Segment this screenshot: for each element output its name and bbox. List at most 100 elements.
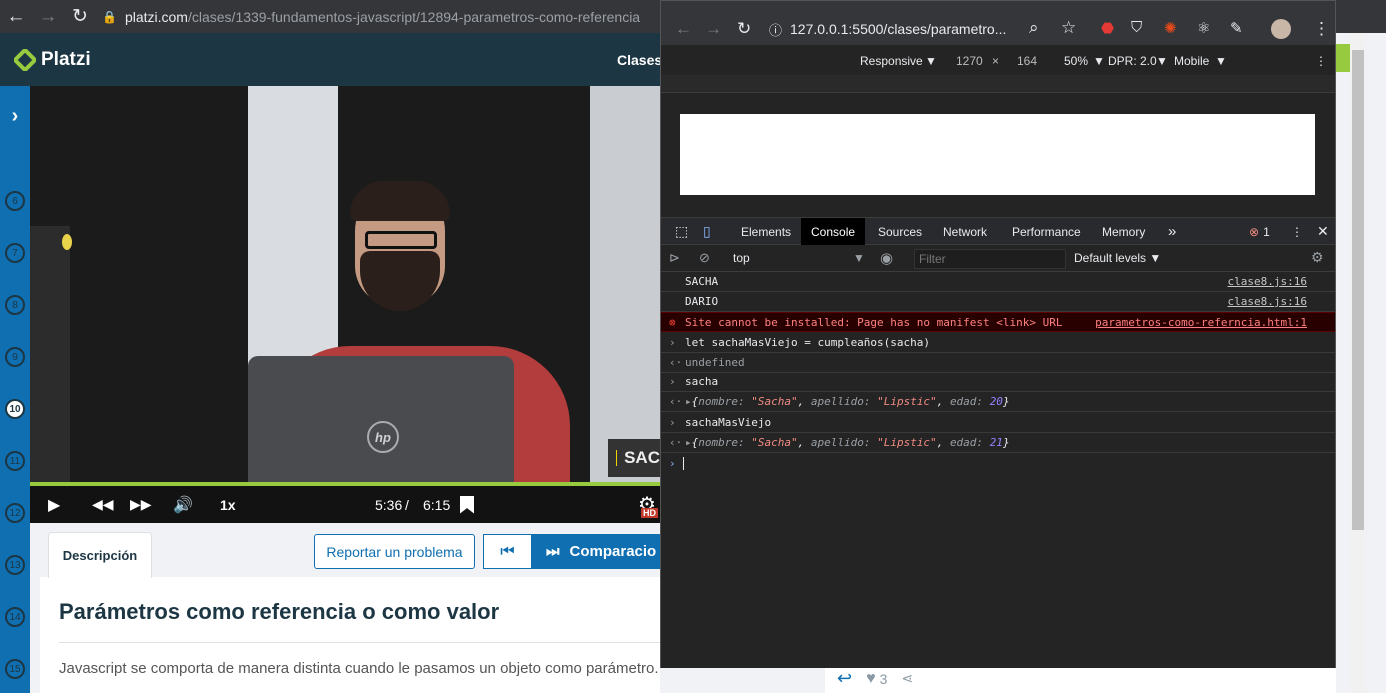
more-tabs-icon[interactable]: » <box>1158 218 1186 245</box>
console-prompt[interactable]: › <box>661 453 1335 473</box>
extension-react-icon[interactable]: ⚛ <box>1197 19 1210 37</box>
comment-actions: ↩ ♥ 3 ⋖ <box>825 664 1336 693</box>
rail-item[interactable]: 7 <box>5 243 25 263</box>
log-source-link[interactable]: clase8.js:16 <box>1228 275 1307 288</box>
extension-color-icon[interactable]: ✺ <box>1164 19 1177 37</box>
skip-next-icon: ⏭ <box>546 543 560 560</box>
volume-icon[interactable]: 🔊 <box>173 495 193 515</box>
command-text: let sachaMasViejo = cumpleaños(sacha) <box>685 336 931 349</box>
address-bar[interactable]: 🔒 platzi.com /clases/1339-fundamentos-ja… <box>96 0 656 33</box>
rail-item[interactable]: 6 <box>5 191 25 211</box>
play-icon[interactable]: ▶ <box>48 495 60 515</box>
reload-icon[interactable]: ↻ <box>737 19 751 39</box>
extension-pen-icon[interactable]: ✎ <box>1230 19 1243 37</box>
previous-lesson-button[interactable]: ⏮ <box>483 534 532 569</box>
dpr-select[interactable]: DPR: 2.0 <box>1108 54 1157 68</box>
device-toolbar: Responsive ▼ 1270 × 164 50% ▼ DPR: 2.0 ▼… <box>661 45 1335 75</box>
device-width[interactable]: 1270 <box>956 54 983 68</box>
reload-icon[interactable]: ↻ <box>64 0 96 33</box>
rail-item[interactable]: 15 <box>5 659 25 679</box>
bookmark-icon[interactable] <box>460 495 474 514</box>
rail-item[interactable]: 13 <box>5 555 25 575</box>
rail-item[interactable]: 9 <box>5 347 25 367</box>
clear-console-icon[interactable]: ⊘ <box>699 250 710 266</box>
nav-clases[interactable]: Clases <box>617 52 662 68</box>
page-scrollbar-thumb[interactable] <box>1352 50 1364 530</box>
emulated-page[interactable] <box>680 114 1315 195</box>
extension-stop-icon[interactable]: ⬣ <box>1101 19 1114 37</box>
console-input-line: › let sachaMasViejo = cumpleaños(sacha) <box>661 333 1335 353</box>
object-preview[interactable]: ▸{nombre: "Sacha", apellido: "Lipstic", … <box>685 436 1010 449</box>
console-output[interactable]: SACHA clase8.js:16 DARIO clase8.js:16 ⊗ … <box>661 272 1335 668</box>
back-icon[interactable]: ← <box>0 0 32 33</box>
time-total: 6:15 <box>423 496 451 513</box>
divider <box>59 642 660 643</box>
devtools-address-bar[interactable]: ⓘ 127.0.0.1:5500/clases/parametro... <box>769 13 1059 45</box>
device-menu-icon[interactable]: ⋮ <box>1315 54 1327 68</box>
share-icon[interactable]: ⋖ <box>901 670 913 687</box>
expand-triangle-icon[interactable]: ▸ <box>685 395 692 408</box>
skip-previous-icon: ⏮ <box>500 542 515 560</box>
fast-forward-icon[interactable]: ▶▶ <box>130 496 152 513</box>
zoom-select[interactable]: 50% <box>1064 54 1088 68</box>
star-icon[interactable]: ☆ <box>1061 18 1076 38</box>
back-icon[interactable]: ← <box>675 19 692 39</box>
error-count-badge[interactable]: ⊗ 1 <box>1239 218 1280 245</box>
zoom-search-icon[interactable]: ⌕ <box>1029 18 1039 38</box>
tab-performance[interactable]: Performance <box>1002 218 1091 245</box>
console-input-line: › sacha <box>661 372 1335 392</box>
result-text: undefined <box>685 356 745 369</box>
expand-triangle-icon[interactable]: ▸ <box>685 436 692 449</box>
device-select[interactable]: Responsive <box>860 54 923 68</box>
error-icon: ⊗ <box>1249 224 1260 239</box>
console-log-line: DARIO clase8.js:16 <box>661 292 1335 312</box>
console-object-line[interactable]: ‹· ▸{nombre: "Sacha", apellido: "Lipstic… <box>661 392 1335 412</box>
device-height[interactable]: 164 <box>1017 54 1037 68</box>
rail-item-active[interactable]: 10 <box>5 399 25 419</box>
console-settings-gear-icon[interactable]: ⚙ <box>1311 249 1324 266</box>
underlying-green-button[interactable] <box>1336 44 1350 72</box>
rail-expand-chevron-icon[interactable]: › <box>0 86 30 146</box>
extension-pocket-icon[interactable]: ⛉ <box>1131 19 1142 36</box>
lock-icon: 🔒 <box>102 9 117 24</box>
close-icon[interactable]: ✕ <box>1307 218 1339 245</box>
tab-sources[interactable]: Sources <box>868 218 932 245</box>
log-levels-select[interactable]: Default levels ▼ <box>1074 251 1161 265</box>
rail-item[interactable]: 12 <box>5 503 25 523</box>
next-lesson-button[interactable]: ⏭ Comparacio <box>532 534 660 569</box>
tab-elements[interactable]: Elements <box>731 218 801 245</box>
input-chevron-icon: › <box>669 416 676 429</box>
tab-console[interactable]: Console <box>801 218 866 245</box>
live-expression-eye-icon[interactable]: ◉ <box>880 249 893 267</box>
forward-icon[interactable]: → <box>705 19 722 39</box>
console-filter-input[interactable]: Filter <box>914 249 1066 269</box>
chrome-menu-icon[interactable]: ⋮ <box>1313 19 1330 39</box>
rail-item[interactable]: 8 <box>5 295 25 315</box>
log-source-link[interactable]: clase8.js:16 <box>1228 295 1307 308</box>
report-problem-button[interactable]: Reportar un problema <box>314 534 475 569</box>
tab-memory[interactable]: Memory <box>1092 218 1155 245</box>
tab-network[interactable]: Network <box>933 218 997 245</box>
device-toggle-icon[interactable]: ▯ <box>693 218 721 245</box>
device-times: × <box>992 54 1000 68</box>
speed-button[interactable]: 1x <box>220 497 236 513</box>
video-player[interactable]: hp SAC ▶ ◀◀ ▶▶ 🔊 1x 5:36 / 6:15 ⚙ HD <box>30 86 660 523</box>
reply-icon[interactable]: ↩ <box>837 668 852 689</box>
object-preview[interactable]: ▸{nombre: "Sacha", apellido: "Lipstic", … <box>685 395 1010 408</box>
prompt-chevron-icon: › <box>669 456 676 470</box>
error-source-link[interactable]: parametros-como-referncia.html:1 <box>1095 316 1307 329</box>
tab-description[interactable]: Descripción <box>48 532 152 578</box>
mobile-select[interactable]: Mobile <box>1174 54 1209 68</box>
media-query-ruler[interactable] <box>661 75 1335 93</box>
object-value: "Lipstic" <box>877 436 937 449</box>
rail-item[interactable]: 11 <box>5 451 25 471</box>
profile-avatar[interactable] <box>1271 19 1291 39</box>
rewind-icon[interactable]: ◀◀ <box>92 496 114 513</box>
forward-icon[interactable]: → <box>32 0 64 33</box>
context-select[interactable]: top <box>733 251 750 265</box>
console-object-line[interactable]: ‹· ▸{nombre: "Sacha", apellido: "Lipstic… <box>661 433 1335 453</box>
rail-item[interactable]: 14 <box>5 607 25 627</box>
platzi-logo[interactable]: Platzi <box>14 48 91 71</box>
sidebar-toggle-icon[interactable]: ⊳ <box>669 250 680 266</box>
heart-icon[interactable]: ♥ <box>866 670 876 688</box>
